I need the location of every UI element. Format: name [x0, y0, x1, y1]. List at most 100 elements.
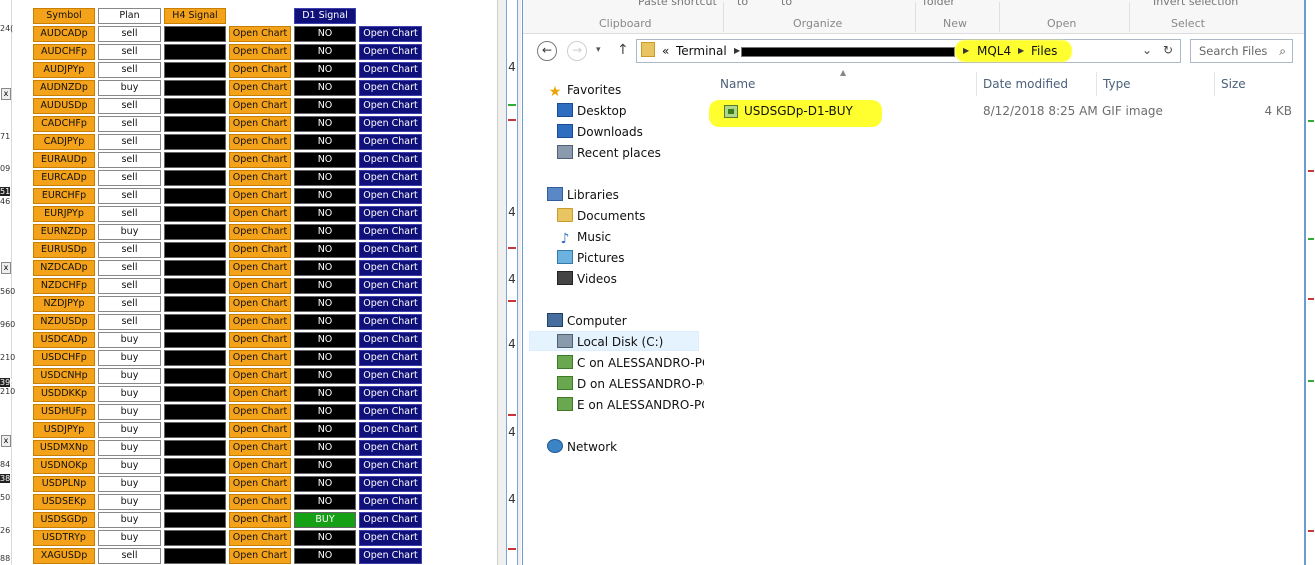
open-chart-h4-button[interactable]: Open Chart	[229, 44, 291, 60]
open-chart-d1-button[interactable]: Open Chart	[359, 440, 422, 456]
forward-button[interactable]: →	[567, 41, 587, 61]
breadcrumb-files[interactable]: Files	[1031, 44, 1057, 58]
open-chart-d1-button[interactable]: Open Chart	[359, 224, 422, 240]
close-icon[interactable]: x	[1, 262, 11, 274]
open-chart-h4-button[interactable]: Open Chart	[229, 350, 291, 366]
sidebar-item-downloads[interactable]: Downloads	[557, 122, 643, 142]
sidebar-item-recent-places[interactable]: Recent places	[557, 143, 661, 163]
column-header-type[interactable]: Type	[1097, 72, 1215, 96]
ribbon-invert-selection[interactable]: Invert selection	[1153, 0, 1238, 8]
open-chart-d1-button[interactable]: Open Chart	[359, 80, 422, 96]
open-chart-h4-button[interactable]: Open Chart	[229, 440, 291, 456]
sidebar-item-music[interactable]: ♪ Music	[557, 227, 612, 247]
open-chart-h4-button[interactable]: Open Chart	[229, 494, 291, 510]
open-chart-h4-button[interactable]: Open Chart	[229, 368, 291, 384]
breadcrumb-separator-icon[interactable]: ▶	[963, 46, 969, 55]
sidebar-computer[interactable]: Computer	[547, 311, 627, 331]
open-chart-h4-button[interactable]: Open Chart	[229, 80, 291, 96]
open-chart-d1-button[interactable]: Open Chart	[359, 26, 422, 42]
open-chart-d1-button[interactable]: Open Chart	[359, 188, 422, 204]
open-chart-d1-button[interactable]: Open Chart	[359, 242, 422, 258]
column-header-date-modified[interactable]: Date modified	[977, 72, 1097, 96]
open-chart-h4-button[interactable]: Open Chart	[229, 314, 291, 330]
sidebar-network[interactable]: Network	[547, 437, 617, 457]
open-chart-h4-button[interactable]: Open Chart	[229, 332, 291, 348]
open-chart-d1-button[interactable]: Open Chart	[359, 386, 422, 402]
column-header-size[interactable]: Size	[1215, 72, 1295, 96]
open-chart-h4-button[interactable]: Open Chart	[229, 530, 291, 546]
search-box[interactable]: ⌕	[1190, 39, 1293, 63]
open-chart-d1-button[interactable]: Open Chart	[359, 134, 422, 150]
back-button[interactable]: ←	[537, 41, 557, 61]
column-header-name[interactable]: Name	[714, 72, 977, 96]
search-input[interactable]	[1191, 40, 1271, 62]
open-chart-h4-button[interactable]: Open Chart	[229, 134, 291, 150]
open-chart-h4-button[interactable]: Open Chart	[229, 512, 291, 528]
ribbon-new-folder[interactable]: folder	[923, 0, 955, 8]
open-chart-d1-button[interactable]: Open Chart	[359, 170, 422, 186]
close-icon[interactable]: x	[1, 435, 11, 447]
open-chart-h4-button[interactable]: Open Chart	[229, 170, 291, 186]
open-chart-h4-button[interactable]: Open Chart	[229, 62, 291, 78]
open-chart-d1-button[interactable]: Open Chart	[359, 314, 422, 330]
sidebar-favorites[interactable]: ★ Favorites	[547, 80, 622, 100]
open-chart-h4-button[interactable]: Open Chart	[229, 404, 291, 420]
open-chart-h4-button[interactable]: Open Chart	[229, 224, 291, 240]
open-chart-d1-button[interactable]: Open Chart	[359, 350, 422, 366]
open-chart-d1-button[interactable]: Open Chart	[359, 404, 422, 420]
file-row[interactable]: USDSGDp-D1-BUY 8/12/2018 8:25 AM GIF ima…	[704, 100, 1304, 127]
open-chart-d1-button[interactable]: Open Chart	[359, 548, 422, 564]
open-chart-d1-button[interactable]: Open Chart	[359, 530, 422, 546]
address-bar[interactable]: « Terminal ▶ ▶ MQL4 ▶ Files ⌄ ↻	[636, 39, 1181, 63]
close-icon[interactable]: x	[1, 88, 11, 100]
open-chart-d1-button[interactable]: Open Chart	[359, 296, 422, 312]
open-chart-d1-button[interactable]: Open Chart	[359, 278, 422, 294]
breadcrumb-separator-icon[interactable]: ▶	[1018, 46, 1024, 55]
open-chart-h4-button[interactable]: Open Chart	[229, 458, 291, 474]
open-chart-h4-button[interactable]: Open Chart	[229, 278, 291, 294]
search-icon[interactable]: ⌕	[1279, 44, 1286, 59]
sidebar-item-c-drive[interactable]: C on ALESSANDRO-PC	[557, 353, 710, 373]
open-chart-h4-button[interactable]: Open Chart	[229, 242, 291, 258]
open-chart-h4-button[interactable]: Open Chart	[229, 548, 291, 564]
open-chart-d1-button[interactable]: Open Chart	[359, 62, 422, 78]
open-chart-d1-button[interactable]: Open Chart	[359, 476, 422, 492]
sidebar-item-e-drive[interactable]: E on ALESSANDRO-PC	[557, 395, 710, 415]
sidebar-item-d-drive[interactable]: D on ALESSANDRO-PC	[557, 374, 711, 394]
open-chart-h4-button[interactable]: Open Chart	[229, 116, 291, 132]
open-chart-d1-button[interactable]: Open Chart	[359, 98, 422, 114]
breadcrumb-separator-icon[interactable]: ▶	[734, 46, 740, 55]
open-chart-d1-button[interactable]: Open Chart	[359, 332, 422, 348]
open-chart-d1-button[interactable]: Open Chart	[359, 44, 422, 60]
breadcrumb-mql4[interactable]: MQL4	[977, 44, 1011, 58]
open-chart-d1-button[interactable]: Open Chart	[359, 260, 422, 276]
open-chart-d1-button[interactable]: Open Chart	[359, 152, 422, 168]
refresh-icon[interactable]: ↻	[1163, 43, 1173, 57]
sidebar-libraries[interactable]: Libraries	[547, 185, 619, 205]
up-button[interactable]: ↑	[617, 42, 629, 58]
open-chart-d1-button[interactable]: Open Chart	[359, 368, 422, 384]
breadcrumb-terminal[interactable]: Terminal	[676, 44, 727, 58]
open-chart-d1-button[interactable]: Open Chart	[359, 494, 422, 510]
open-chart-d1-button[interactable]: Open Chart	[359, 206, 422, 222]
open-chart-h4-button[interactable]: Open Chart	[229, 26, 291, 42]
open-chart-h4-button[interactable]: Open Chart	[229, 188, 291, 204]
open-chart-h4-button[interactable]: Open Chart	[229, 152, 291, 168]
open-chart-h4-button[interactable]: Open Chart	[229, 386, 291, 402]
open-chart-h4-button[interactable]: Open Chart	[229, 260, 291, 276]
sidebar-item-pictures[interactable]: Pictures	[557, 248, 625, 268]
open-chart-h4-button[interactable]: Open Chart	[229, 296, 291, 312]
sidebar-item-videos[interactable]: Videos	[557, 269, 617, 289]
open-chart-h4-button[interactable]: Open Chart	[229, 422, 291, 438]
ribbon-copy-to[interactable]: to	[781, 0, 792, 8]
breadcrumb-overflow[interactable]: «	[662, 44, 669, 58]
sidebar-item-desktop[interactable]: Desktop	[557, 101, 627, 121]
open-chart-h4-button[interactable]: Open Chart	[229, 476, 291, 492]
open-chart-h4-button[interactable]: Open Chart	[229, 206, 291, 222]
open-chart-d1-button[interactable]: Open Chart	[359, 422, 422, 438]
sidebar-item-documents[interactable]: Documents	[557, 206, 645, 226]
open-chart-h4-button[interactable]: Open Chart	[229, 98, 291, 114]
open-chart-d1-button[interactable]: Open Chart	[359, 512, 422, 528]
open-chart-d1-button[interactable]: Open Chart	[359, 116, 422, 132]
ribbon-move-to[interactable]: to	[737, 0, 748, 8]
